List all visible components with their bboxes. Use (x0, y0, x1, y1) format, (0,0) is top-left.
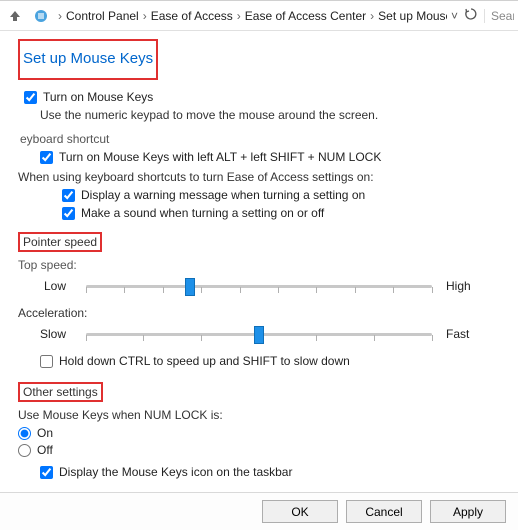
hold-ctrl-checkbox[interactable] (40, 355, 53, 368)
address-bar: › Control Panel › Ease of Access › Ease … (0, 1, 518, 31)
chevron-right-icon: › (141, 9, 149, 23)
highlight-box-title: Set up Mouse Keys (18, 39, 158, 80)
crumb-1[interactable]: Ease of Access (151, 9, 233, 23)
acceleration-slider[interactable] (86, 324, 432, 344)
display-icon-label: Display the Mouse Keys icon on the taskb… (59, 465, 292, 479)
cpl-icon (33, 8, 49, 24)
enable-shortcut-checkbox[interactable] (40, 151, 53, 164)
enable-shortcut-label: Turn on Mouse Keys with left ALT + left … (59, 150, 381, 164)
apply-button[interactable]: Apply (430, 500, 506, 523)
numlock-on-radio[interactable] (18, 427, 31, 440)
crumb-2[interactable]: Ease of Access Center (245, 9, 366, 23)
crumb-0[interactable]: Control Panel (66, 9, 139, 23)
top-speed-high-label: High (446, 279, 500, 293)
sound-checkbox[interactable] (62, 207, 75, 220)
use-when-label: Use Mouse Keys when NUM LOCK is: (18, 408, 500, 422)
acceleration-label: Acceleration: (18, 306, 500, 320)
arrow-up-icon (8, 9, 22, 23)
control-panel-icon[interactable] (30, 5, 52, 27)
top-speed-low-label: Low (18, 279, 72, 293)
cancel-button[interactable]: Cancel (346, 500, 422, 523)
slider-thumb[interactable] (185, 278, 195, 296)
nav-back-button[interactable] (4, 5, 26, 27)
turn-on-mouse-keys-label: Turn on Mouse Keys (43, 90, 153, 104)
slider-thumb[interactable] (254, 326, 264, 344)
ok-button[interactable]: OK (262, 500, 338, 523)
top-speed-slider[interactable] (86, 276, 432, 296)
warn-label: Display a warning message when turning a… (81, 188, 365, 202)
sound-label: Make a sound when turning a setting on o… (81, 206, 324, 220)
turn-on-mouse-keys-checkbox[interactable] (24, 91, 37, 104)
page-title: Set up Mouse Keys (23, 50, 153, 67)
search-input[interactable]: Sear (484, 9, 514, 23)
keyboard-shortcut-group-label: eyboard shortcut (20, 132, 500, 146)
chevron-down-icon[interactable]: ˅ (451, 9, 458, 23)
highlight-box-pointer-speed: Pointer speed (18, 232, 102, 252)
chevron-right-icon: › (235, 9, 243, 23)
breadcrumb[interactable]: › Control Panel › Ease of Access › Ease … (56, 9, 447, 23)
highlight-box-other-settings: Other settings (18, 382, 103, 402)
display-icon-checkbox[interactable] (40, 466, 53, 479)
numlock-on-label: On (37, 426, 53, 440)
accel-fast-label: Fast (446, 327, 500, 341)
dialog-footer: OK Cancel Apply (0, 492, 518, 530)
content-area: Set up Mouse Keys Turn on Mouse Keys Use… (0, 31, 518, 492)
top-speed-label: Top speed: (18, 258, 500, 272)
pointer-speed-group-label: Pointer speed (23, 235, 97, 249)
chevron-right-icon: › (368, 9, 376, 23)
warn-checkbox[interactable] (62, 189, 75, 202)
numlock-off-label: Off (37, 443, 53, 457)
crumb-3[interactable]: Set up Mouse Keys (378, 9, 447, 23)
slider-ticks (86, 280, 432, 292)
refresh-icon[interactable] (460, 7, 482, 24)
chevron-right-icon: › (56, 9, 64, 23)
other-settings-group-label: Other settings (23, 385, 98, 399)
accel-slow-label: Slow (18, 327, 72, 341)
when-using-label: When using keyboard shortcuts to turn Ea… (18, 170, 500, 184)
numlock-off-radio[interactable] (18, 444, 31, 457)
turn-on-helper-text: Use the numeric keypad to move the mouse… (40, 108, 500, 122)
hold-ctrl-label: Hold down CTRL to speed up and SHIFT to … (59, 354, 350, 368)
